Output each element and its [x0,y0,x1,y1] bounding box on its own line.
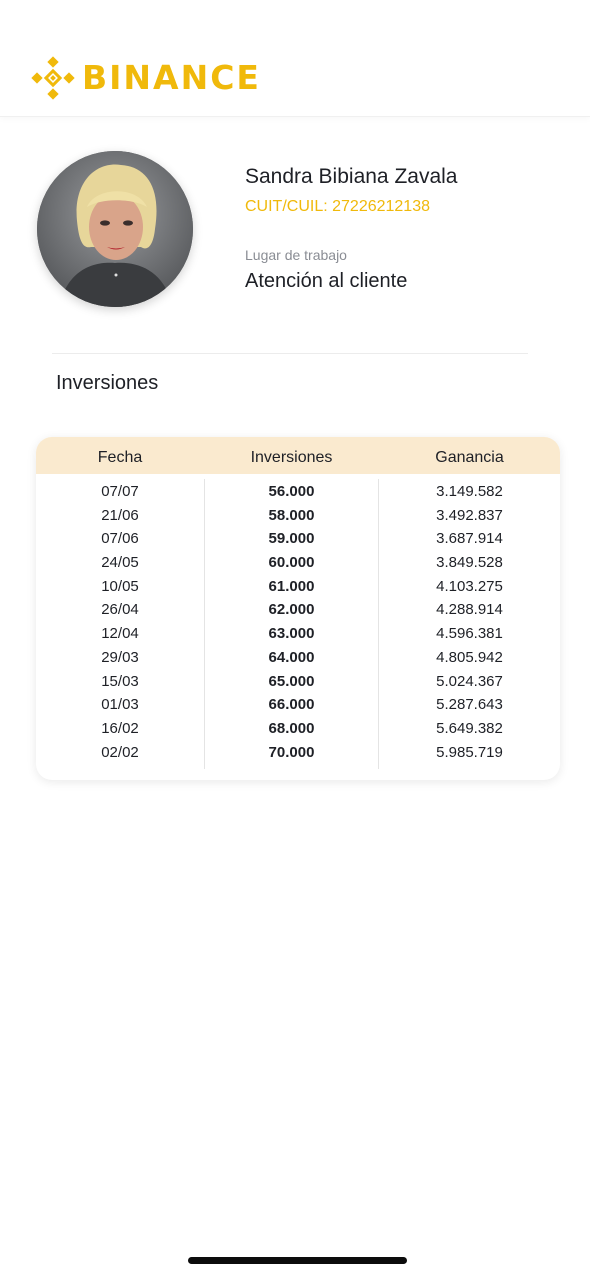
table-header: Fecha Inversiones Ganancia [36,437,560,474]
table-row: 15/03 65.000 5.024.367 [36,670,560,694]
cell-inversion: 62.000 [268,601,315,619]
work-value: Atención al cliente [245,270,408,292]
work-label: Lugar de trabajo [245,247,347,263]
cell-ganancia: 5.287.643 [436,696,503,714]
section-title: Inversiones [56,372,159,394]
column-header-fecha: Fecha [97,449,143,466]
table-row: 07/07 56.000 3.149.582 [36,480,560,504]
cell-fecha: 15/03 [101,672,139,690]
cell-inversion: 59.000 [268,530,315,548]
cell-inversion: 68.000 [268,719,315,737]
cell-ganancia: 3.687.914 [436,530,503,548]
home-indicator[interactable] [188,1257,407,1264]
cell-ganancia: 3.849.528 [436,554,503,572]
cell-ganancia: 3.492.837 [436,506,503,524]
table-row: 29/03 64.000 4.805.942 [36,646,560,670]
cell-inversion: 70.000 [268,743,315,761]
investments-table: Fecha Inversiones Ganancia 07/07 56.000 3.… [36,437,560,780]
table-row: 07/06 59.000 3.687.914 [36,527,560,551]
brand-logo[interactable]: BINANCE [30,55,261,101]
cell-ganancia: 5.649.382 [436,719,503,737]
table-row: 26/04 62.000 4.288.914 [36,598,560,622]
binance-logo-icon [31,56,75,100]
cell-fecha: 01/03 [101,696,139,714]
table-row: 24/05 60.000 3.849.528 [36,551,560,575]
profile-photo-icon [37,151,193,307]
table-body: 07/07 56.000 3.149.582 21/06 58.000 3.492.837… [36,480,560,764]
table-row: 01/03 66.000 5.287.643 [36,693,560,717]
column-header-ganancia: Ganancia [435,449,504,466]
cell-inversion: 66.000 [268,696,315,714]
divider [52,353,528,354]
cell-fecha: 21/06 [101,506,139,524]
table-row: 10/05 61.000 4.103.275 [36,575,560,599]
cell-ganancia: 4.288.914 [436,601,503,619]
table-row: 21/06 58.000 3.492.837 [36,504,560,528]
table-row: 02/02 70.000 5.985.719 [36,741,560,765]
cell-fecha: 24/05 [101,554,139,572]
cell-fecha: 02/02 [101,743,139,761]
cell-inversion: 60.000 [268,554,315,572]
app-header: BINANCE [0,0,590,117]
cell-fecha: 26/04 [101,601,139,619]
cell-fecha: 16/02 [101,719,139,737]
cell-inversion: 64.000 [268,648,315,666]
profile-tax-id: CUIT/CUIL: 27226212138 [245,198,430,215]
cell-inversion: 65.000 [268,672,315,690]
cell-fecha: 07/06 [101,530,139,548]
cell-ganancia: 5.024.367 [436,672,503,690]
column-header-inversiones: Inversiones [250,449,333,466]
cell-inversion: 58.000 [268,506,315,524]
brand-name: BINANCE [82,58,261,97]
cell-fecha: 12/04 [101,625,139,643]
cell-ganancia: 4.596.381 [436,625,503,643]
cell-fecha: 10/05 [101,577,139,595]
cell-inversion: 56.000 [268,483,315,500]
avatar [37,151,193,307]
cell-ganancia: 4.805.942 [436,648,503,666]
cell-fecha: 07/07 [101,483,139,500]
table-row: 12/04 63.000 4.596.381 [36,622,560,646]
cell-ganancia: 4.103.275 [436,577,503,595]
cell-ganancia: 3.149.582 [436,483,503,500]
cell-inversion: 63.000 [268,625,315,643]
cell-fecha: 29/03 [101,648,139,666]
profile-name: Sandra Bibiana Zavala [245,165,458,188]
cell-inversion: 61.000 [268,577,315,595]
cell-ganancia: 5.985.719 [436,743,503,761]
table-row: 16/02 68.000 5.649.382 [36,717,560,741]
